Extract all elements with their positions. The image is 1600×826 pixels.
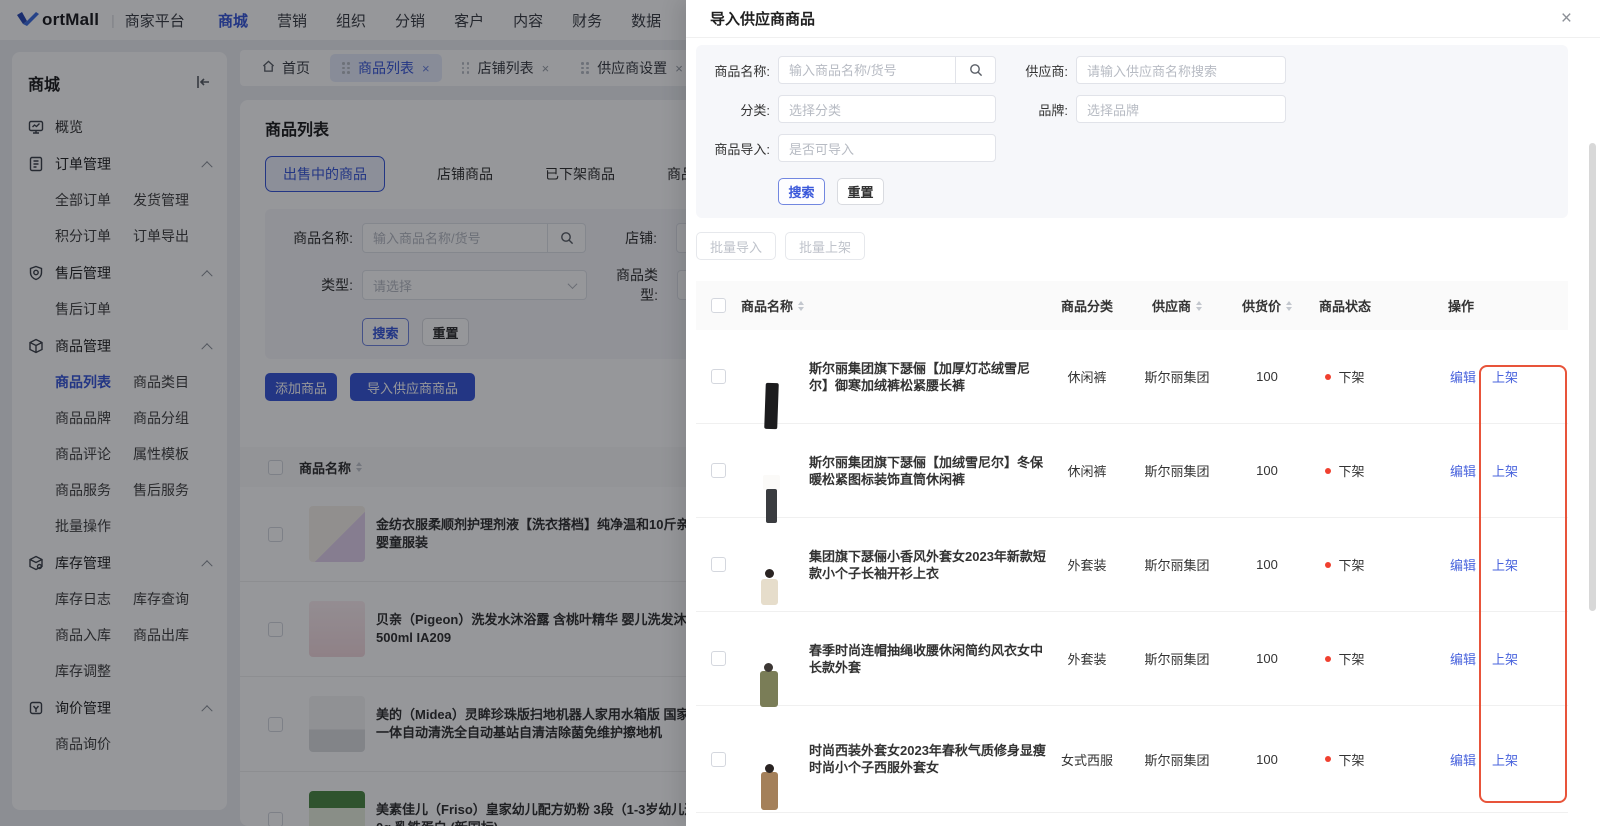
status-dot bbox=[1325, 468, 1331, 474]
publish-link[interactable]: 上架 bbox=[1492, 461, 1518, 480]
status-dot bbox=[1325, 562, 1331, 568]
batch-import-button[interactable]: 批量导入 bbox=[696, 232, 776, 260]
search-icon-button[interactable] bbox=[956, 56, 996, 84]
modal-product-name-input[interactable] bbox=[778, 56, 956, 84]
status-dot bbox=[1325, 374, 1331, 380]
import-flag-select[interactable]: 是否可导入 bbox=[778, 134, 996, 162]
modal-title: 导入供应商商品 bbox=[710, 8, 815, 29]
status-badge: 下架 bbox=[1338, 750, 1364, 769]
status-badge: 下架 bbox=[1338, 649, 1364, 668]
select-all-checkbox[interactable] bbox=[711, 298, 726, 313]
category-select[interactable]: 选择分类 bbox=[778, 95, 996, 123]
close-modal-icon[interactable]: × bbox=[1557, 7, 1576, 30]
edit-link[interactable]: 编辑 bbox=[1450, 461, 1476, 480]
supplier-select[interactable]: 请输入供应商名称搜索 bbox=[1076, 56, 1286, 84]
table-row[interactable]: 集团旗下瑟俪小香风外套女2023年新款短款小个子长袖开衫上衣 外套装 斯尔丽集团… bbox=[696, 518, 1568, 612]
status-dot bbox=[1325, 756, 1331, 762]
publish-link[interactable]: 上架 bbox=[1492, 649, 1518, 668]
publish-link[interactable]: 上架 bbox=[1492, 555, 1518, 574]
publish-link[interactable]: 上架 bbox=[1492, 750, 1518, 769]
sort-icon[interactable] bbox=[798, 301, 804, 311]
row-checkbox[interactable] bbox=[711, 369, 726, 384]
modal-search-button[interactable]: 搜索 bbox=[778, 178, 825, 205]
table-row[interactable]: 斯尔丽集团旗下瑟俪【加绒雪尼尔】冬保暖松紧图标装饰直筒休闲裤 休闲裤 斯尔丽集团… bbox=[696, 424, 1568, 518]
import-supplier-products-modal: 导入供应商商品 × 商品名称: 供应商: 请输入供应商名称搜索 分类: 选择分类… bbox=[686, 0, 1600, 826]
product-name-label: 商品名称: bbox=[696, 61, 770, 80]
sort-icon[interactable] bbox=[1286, 301, 1292, 311]
publish-link[interactable]: 上架 bbox=[1492, 367, 1518, 386]
brand-label: 品牌: bbox=[1004, 100, 1068, 119]
table-header: 商品名称 商品分类 供应商 供货价 商品状态 操作 bbox=[696, 281, 1568, 330]
edit-link[interactable]: 编辑 bbox=[1450, 649, 1476, 668]
sort-icon[interactable] bbox=[1196, 301, 1202, 311]
category-label: 分类: bbox=[696, 100, 770, 119]
batch-actions: 批量导入 批量上架 bbox=[696, 232, 1600, 260]
status-badge: 下架 bbox=[1338, 367, 1364, 386]
modal-scrollbar[interactable] bbox=[1589, 143, 1596, 611]
batch-publish-button[interactable]: 批量上架 bbox=[785, 232, 865, 260]
edit-link[interactable]: 编辑 bbox=[1450, 367, 1476, 386]
table-row[interactable]: 斯尔丽集团旗下瑟俪【加厚灯芯绒雪尼尔】御寒加绒裤松紧腰长裤 休闲裤 斯尔丽集团 … bbox=[696, 330, 1568, 424]
edit-link[interactable]: 编辑 bbox=[1450, 555, 1476, 574]
import-flag-label: 商品导入: bbox=[696, 139, 770, 158]
modal-filter-panel: 商品名称: 供应商: 请输入供应商名称搜索 分类: 选择分类 品牌: 选择品牌 bbox=[696, 45, 1568, 218]
edit-link[interactable]: 编辑 bbox=[1450, 750, 1476, 769]
supplier-label: 供应商: bbox=[1004, 61, 1068, 80]
row-checkbox[interactable] bbox=[711, 752, 726, 767]
status-badge: 下架 bbox=[1338, 555, 1364, 574]
row-checkbox[interactable] bbox=[711, 463, 726, 478]
modal-reset-button[interactable]: 重置 bbox=[837, 178, 884, 205]
status-badge: 下架 bbox=[1338, 461, 1364, 480]
status-dot bbox=[1325, 656, 1331, 662]
supplier-products-table: 商品名称 商品分类 供应商 供货价 商品状态 操作 斯尔丽集团旗下瑟俪【加厚灯芯… bbox=[696, 281, 1568, 813]
table-row[interactable]: 春季时尚连帽抽绳收腰休闲简约风衣女中长款外套 外套装 斯尔丽集团 100 下架 … bbox=[696, 612, 1568, 706]
brand-select[interactable]: 选择品牌 bbox=[1076, 95, 1286, 123]
table-row[interactable]: 时尚西装外套女2023年春秋气质修身显瘦时尚小个子西服外套女 女式西服 斯尔丽集… bbox=[696, 706, 1568, 813]
row-checkbox[interactable] bbox=[711, 651, 726, 666]
row-checkbox[interactable] bbox=[711, 557, 726, 572]
